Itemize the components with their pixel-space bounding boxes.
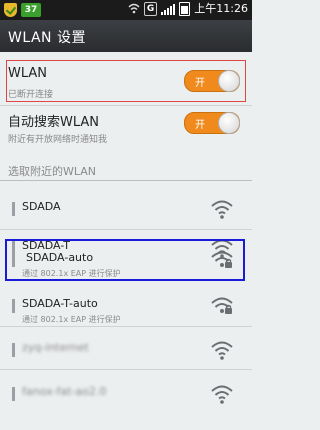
network-name: SDADA-auto bbox=[26, 251, 94, 264]
status-right-icons: G 上午11:26 bbox=[128, 2, 248, 16]
network-name: SDADA bbox=[22, 200, 61, 213]
divider bbox=[0, 105, 252, 106]
auto-search-row[interactable]: 自动搜索WLAN 附近有开放网络时通知我 开 bbox=[8, 111, 244, 147]
wlan-status: 已断开连接 bbox=[8, 90, 54, 100]
switch-knob-icon bbox=[218, 70, 240, 92]
signal-bars-icon bbox=[161, 3, 176, 15]
wifi-locked-icon bbox=[211, 251, 233, 268]
switch-knob-icon bbox=[218, 112, 240, 134]
auto-search-switch[interactable]: 开 bbox=[184, 112, 240, 134]
wifi-signal-icon bbox=[211, 385, 233, 404]
wlan-label: WLAN bbox=[8, 66, 48, 81]
divider bbox=[0, 229, 252, 230]
network-g-icon: G bbox=[143, 2, 158, 16]
battery-icon bbox=[179, 2, 191, 16]
title-bar: WLAN 设置 bbox=[0, 20, 252, 52]
network-name: zyq-internet bbox=[22, 341, 89, 354]
network-name: fanox-fat-ao2.0 bbox=[22, 385, 107, 398]
badge-icon: 37 bbox=[21, 3, 41, 17]
wifi-signal-icon bbox=[211, 341, 233, 360]
network-item-zyq-internet[interactable]: zyq-internet bbox=[8, 333, 244, 369]
divider bbox=[0, 326, 252, 327]
wlan-switch[interactable]: 开 bbox=[184, 70, 240, 92]
status-time: 上午11:26 bbox=[194, 2, 248, 15]
auto-search-description: 附近有开放网络时通知我 bbox=[8, 135, 108, 145]
network-indicator bbox=[12, 387, 15, 401]
network-item-fanox[interactable]: fanox-fat-ao2.0 bbox=[8, 377, 244, 413]
section-divider bbox=[0, 180, 252, 181]
status-left-icons: 37 bbox=[4, 3, 41, 17]
status-bar: 37 G 上午11:26 bbox=[0, 0, 252, 20]
network-indicator bbox=[12, 202, 15, 216]
wlan-switch-label: 开 bbox=[195, 78, 205, 89]
wifi-signal-icon bbox=[128, 3, 140, 14]
wlan-toggle-row[interactable]: WLAN 已断开连接 开 bbox=[8, 66, 244, 100]
page-title: WLAN 设置 bbox=[8, 30, 86, 46]
divider bbox=[0, 369, 252, 370]
network-name: SDADA-T-auto bbox=[22, 297, 98, 310]
network-item-sdada[interactable]: SDADA bbox=[8, 192, 244, 228]
network-security: 通过 802.1x EAP 进行保护 bbox=[22, 269, 121, 278]
network-item-sdada-t-auto[interactable]: SDADA-T-auto 通过 802.1x EAP 进行保护 bbox=[8, 289, 244, 325]
network-indicator bbox=[12, 343, 15, 357]
auto-search-label: 自动搜索WLAN bbox=[8, 115, 100, 130]
wifi-locked-icon bbox=[211, 297, 233, 314]
wifi-signal-icon bbox=[211, 200, 233, 219]
section-header: 选取附近的WLAN bbox=[8, 165, 97, 178]
network-indicator bbox=[12, 253, 15, 267]
auto-search-switch-label: 开 bbox=[195, 120, 205, 131]
network-item-sdada-auto[interactable]: SDADA-auto 通过 802.1x EAP 进行保护 bbox=[8, 243, 244, 279]
network-security: 通过 802.1x EAP 进行保护 bbox=[22, 315, 121, 324]
network-indicator bbox=[12, 299, 15, 313]
shield-icon bbox=[4, 3, 17, 17]
